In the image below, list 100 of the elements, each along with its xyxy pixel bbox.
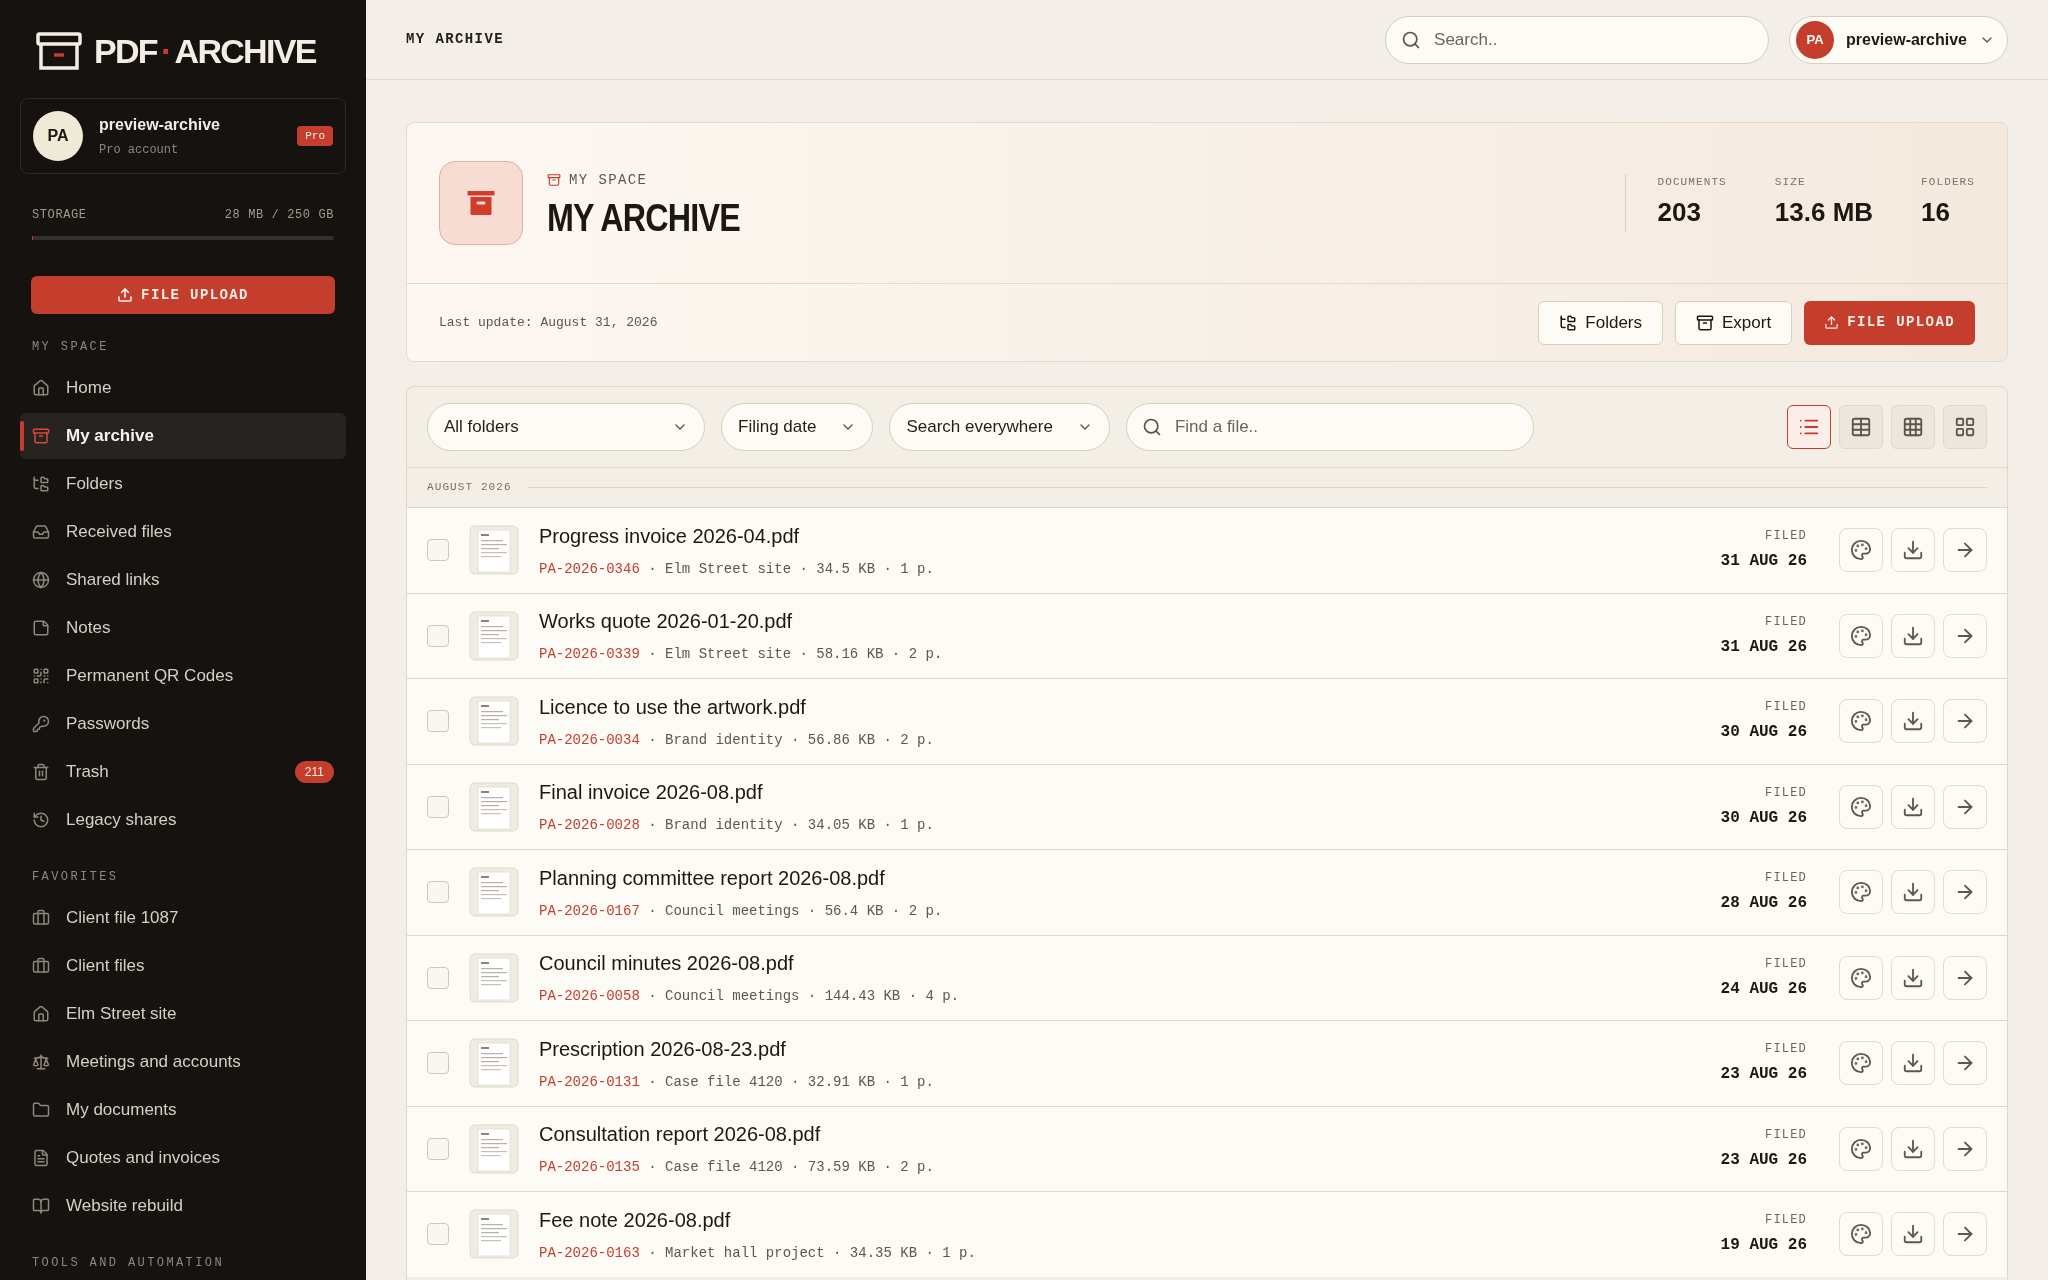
file-row[interactable]: Council minutes 2026-08.pdf PA-2026-0058 · Council meetings · 144.43 KB · 4 p. FILED 24 AUG 26 xyxy=(407,934,2007,1020)
file-row[interactable]: Fee note 2026-08.pdf PA-2026-0163 · Market hall project · 34.35 KB · 1 p. FILED 19 AUG 26 xyxy=(407,1191,2007,1277)
download-button[interactable] xyxy=(1891,1041,1935,1086)
file-details: · Brand identity · 56.86 KB · 2 p. xyxy=(647,730,934,750)
open-button[interactable] xyxy=(1943,528,1987,573)
sidebar-item[interactable]: Trash 211 xyxy=(20,749,346,795)
open-button[interactable] xyxy=(1943,784,1987,829)
sidebar-item[interactable]: Notes xyxy=(20,605,346,651)
folder-tree-icon xyxy=(1559,313,1578,332)
file-name[interactable]: Council minutes 2026-08.pdf xyxy=(539,948,1701,979)
row-checkbox[interactable] xyxy=(427,795,449,818)
open-button[interactable] xyxy=(1943,613,1987,658)
filter-dropdown[interactable]: Filing date xyxy=(721,403,874,451)
download-button[interactable] xyxy=(1891,1126,1935,1171)
file-name[interactable]: Works quote 2026-01-20.pdf xyxy=(539,606,1701,637)
sidebar-item[interactable]: Website rebuild xyxy=(20,1183,346,1229)
download-button[interactable] xyxy=(1891,613,1935,658)
row-checkbox[interactable] xyxy=(427,710,449,733)
filed-label: FILED xyxy=(1765,613,1807,631)
theme-button[interactable] xyxy=(1839,699,1883,744)
theme-button[interactable] xyxy=(1839,955,1883,1000)
file-name[interactable]: Consultation report 2026-08.pdf xyxy=(539,1119,1701,1150)
download-button[interactable] xyxy=(1891,955,1935,1000)
home-icon xyxy=(32,1005,50,1023)
file-name[interactable]: Progress invoice 2026-04.pdf xyxy=(539,520,1701,551)
file-row[interactable]: Planning committee report 2026-08.pdf PA-2026-0167 · Council meetings · 56.4 KB · 2 p. FILED 28 AUG 26 xyxy=(407,849,2007,935)
view-toggle[interactable] xyxy=(1787,405,1831,449)
file-name[interactable]: Licence to use the artwork.pdf xyxy=(539,691,1701,722)
sidebar-item[interactable]: My archive xyxy=(20,413,346,459)
file-row[interactable]: Works quote 2026-01-20.pdf PA-2026-0339 · Elm Street site · 58.16 KB · 2 p. FILED 31 AUG 26 xyxy=(407,592,2007,678)
file-name[interactable]: Planning committee report 2026-08.pdf xyxy=(539,862,1701,893)
sidebar-item[interactable]: Client file 1087 xyxy=(20,895,346,941)
sidebar-item[interactable]: Legacy shares xyxy=(20,797,346,843)
theme-button[interactable] xyxy=(1839,528,1883,573)
file-name[interactable]: Final invoice 2026-08.pdf xyxy=(539,777,1701,808)
file-row[interactable]: Prescription 2026-08-23.pdf PA-2026-0131 · Case file 4120 · 32.91 KB · 1 p. FILED 23 AUG 26 xyxy=(407,1020,2007,1106)
file-row[interactable]: Consultation report 2026-08.pdf PA-2026-0135 · Case file 4120 · 73.59 KB · 2 p. FILED 23 AUG 26 xyxy=(407,1105,2007,1191)
filter-dropdown[interactable]: Search everywhere xyxy=(889,403,1110,451)
download-button[interactable] xyxy=(1891,784,1935,829)
file-row[interactable]: Licence to use the artwork.pdf PA-2026-0034 · Brand identity · 56.86 KB · 2 p. FILED 30 AUG 26 xyxy=(407,678,2007,764)
globe-icon xyxy=(32,571,50,589)
theme-button[interactable] xyxy=(1839,1041,1883,1086)
file-upload-button[interactable]: FILE UPLOAD xyxy=(1804,300,1975,345)
filed-date: 30 AUG 26 xyxy=(1720,722,1807,744)
filed-date: 30 AUG 26 xyxy=(1720,807,1807,829)
download-button[interactable] xyxy=(1891,870,1935,915)
sidebar-item[interactable]: Folders xyxy=(20,461,346,507)
download-button[interactable] xyxy=(1891,1212,1935,1257)
theme-button[interactable] xyxy=(1839,870,1883,915)
theme-button[interactable] xyxy=(1839,1212,1883,1257)
filed-date: 24 AUG 26 xyxy=(1720,978,1807,1000)
file-upload-button[interactable]: FILE UPLOAD xyxy=(31,276,335,314)
file-name[interactable]: Fee note 2026-08.pdf xyxy=(539,1204,1701,1235)
row-checkbox[interactable] xyxy=(427,1052,449,1075)
filter-dropdown[interactable]: All folders xyxy=(427,403,705,451)
download-button[interactable] xyxy=(1891,528,1935,573)
sidebar-item[interactable]: My documents xyxy=(20,1087,346,1133)
row-checkbox[interactable] xyxy=(427,539,449,562)
row-checkbox[interactable] xyxy=(427,1137,449,1160)
row-checkbox[interactable] xyxy=(427,624,449,647)
row-checkbox[interactable] xyxy=(427,881,449,904)
row-checkbox[interactable] xyxy=(427,1223,449,1246)
sidebar-item[interactable]: Quotes and invoices xyxy=(20,1135,346,1181)
account-card[interactable]: PA preview-archive Pro account Pro xyxy=(20,98,346,174)
open-button[interactable] xyxy=(1943,1212,1987,1257)
theme-button[interactable] xyxy=(1839,613,1883,658)
sidebar-item-label: Permanent QR Codes xyxy=(66,665,235,688)
sidebar-item-label: Elm Street site xyxy=(66,1003,178,1026)
file-search-field[interactable]: Find a file.. xyxy=(1125,403,1534,451)
sidebar-item[interactable]: Received files xyxy=(20,509,346,555)
user-menu[interactable]: PA preview-archive xyxy=(1789,15,2008,64)
toolbar-button[interactable]: Folders xyxy=(1538,300,1664,345)
download-button[interactable] xyxy=(1891,699,1935,744)
toolbar-button[interactable]: Export xyxy=(1675,300,1793,345)
sidebar-item[interactable]: Meetings and accounts xyxy=(20,1039,346,1085)
open-button[interactable] xyxy=(1943,870,1987,915)
sidebar-item[interactable]: Home xyxy=(20,365,346,411)
file-reference: PA-2026-0346 xyxy=(539,559,640,579)
folder-icon xyxy=(32,1101,50,1119)
sidebar-item[interactable]: Permanent QR Codes xyxy=(20,653,346,699)
open-button[interactable] xyxy=(1943,1041,1987,1086)
archive-logo-icon xyxy=(36,32,82,70)
sidebar-item[interactable]: Elm Street site xyxy=(20,991,346,1037)
sidebar-item[interactable]: Shared links xyxy=(20,557,346,603)
open-button[interactable] xyxy=(1943,699,1987,744)
open-button[interactable] xyxy=(1943,1126,1987,1171)
file-row[interactable]: Final invoice 2026-08.pdf PA-2026-0028 · Brand identity · 34.05 KB · 1 p. FILED 30 AUG 26 xyxy=(407,763,2007,849)
search-field[interactable]: Search.. xyxy=(1385,15,1770,64)
file-name[interactable]: Prescription 2026-08-23.pdf xyxy=(539,1033,1701,1064)
stat-value: 203 xyxy=(1657,198,1702,225)
file-details: · Market hall project · 34.35 KB · 1 p. xyxy=(647,1243,976,1263)
sidebar-item[interactable]: Passwords xyxy=(20,701,346,747)
sidebar-item[interactable]: Client files xyxy=(20,943,346,989)
row-checkbox[interactable] xyxy=(427,966,449,989)
open-button[interactable] xyxy=(1943,955,1987,1000)
theme-button[interactable] xyxy=(1839,784,1883,829)
archive-box-icon xyxy=(1696,313,1715,332)
file-row[interactable]: Progress invoice 2026-04.pdf PA-2026-0346 · Elm Street site · 34.5 KB · 1 p. FILED 31 AUG 26 xyxy=(407,507,2007,593)
theme-button[interactable] xyxy=(1839,1126,1883,1171)
palette-icon xyxy=(1850,966,1872,989)
